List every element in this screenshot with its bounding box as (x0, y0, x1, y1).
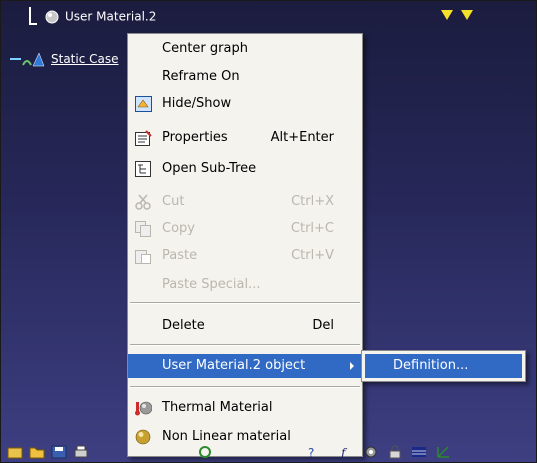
print-icon[interactable] (73, 445, 89, 459)
paste-icon (135, 250, 151, 264)
shortcut-label: Alt+Enter (270, 130, 334, 145)
svg-text:?: ? (308, 446, 314, 459)
sub-tree-icon (135, 161, 151, 177)
axis-icon[interactable] (435, 445, 451, 459)
menu-item-label: Center graph (162, 41, 248, 56)
menu-item-reframe-on[interactable]: Reframe On (128, 65, 362, 89)
menu-item-delete[interactable]: Delete Del (128, 314, 362, 338)
menu-item-paste[interactable]: Paste Ctrl+V (128, 244, 362, 268)
menu-separator (130, 302, 360, 304)
menu-item-label: Copy (162, 221, 195, 236)
copy-icon (135, 221, 151, 237)
shortcut-label: Ctrl+X (291, 194, 334, 209)
save-icon[interactable] (51, 445, 67, 459)
menu-item-copy[interactable]: Copy Ctrl+C (128, 217, 362, 241)
menu-item-label: Open Sub-Tree (162, 161, 257, 176)
hide-show-icon (135, 96, 152, 112)
open-folder-icon[interactable] (29, 445, 45, 459)
tree-node-label: User Material.2 (65, 9, 157, 24)
menu-item-label: Definition... (393, 358, 469, 373)
menu-item-label: Thermal Material (162, 400, 273, 415)
context-menu: Center graph Reframe On Hide/Show Proper… (127, 33, 363, 457)
tree-node-label: Static Case (51, 52, 119, 66)
menu-item-label: User Material.2 object (162, 358, 306, 373)
material-sphere-icon (45, 10, 59, 23)
menu-item-hide-show[interactable]: Hide/Show (128, 92, 362, 116)
help-icon[interactable]: ? (305, 445, 321, 459)
3d-viewer[interactable]: User Material.2 Static Case Center graph… (0, 0, 537, 463)
object-submenu: Definition... (361, 350, 526, 382)
refresh-icon[interactable] (197, 445, 213, 459)
menu-separator (130, 386, 360, 388)
shortcut-label: Ctrl+V (291, 248, 334, 263)
menu-item-label: Paste Special... (162, 277, 261, 292)
compass-markers (441, 9, 481, 24)
menu-item-label: Cut (162, 194, 185, 209)
menu-item-thermal-material[interactable]: Thermal Material (128, 396, 362, 420)
static-case-icon (10, 52, 45, 67)
svg-text:f: f (340, 446, 348, 459)
submenu-arrow-icon (350, 362, 354, 370)
tree-node-user-material[interactable]: User Material.2 (45, 9, 156, 24)
shortcut-label: Del (312, 318, 334, 333)
gear-icon[interactable] (363, 445, 379, 459)
menu-item-object-submenu[interactable]: User Material.2 object (128, 354, 362, 378)
formula-icon[interactable]: f (339, 445, 355, 459)
menu-item-open-sub-tree[interactable]: Open Sub-Tree (128, 157, 362, 181)
menu-item-center-graph[interactable]: Center graph (128, 37, 362, 61)
menu-item-paste-special[interactable]: Paste Special... (128, 273, 362, 297)
menu-item-label: Reframe On (162, 69, 240, 84)
tree-connector (29, 7, 37, 25)
shortcut-label: Ctrl+C (290, 221, 334, 236)
menu-item-properties[interactable]: Properties Alt+Enter (128, 126, 362, 150)
menu-separator (130, 344, 360, 346)
menu-item-label: Hide/Show (162, 96, 232, 111)
bottom-toolbar: ? f (1, 441, 536, 462)
menu-item-label: Delete (162, 318, 205, 333)
menu-item-label: Properties (162, 130, 228, 145)
menu-item-label: Paste (162, 248, 198, 263)
scissors-icon (135, 194, 151, 210)
thermal-material-icon (135, 401, 152, 416)
properties-icon (135, 130, 152, 146)
menu-item-cut[interactable]: Cut Ctrl+X (128, 190, 362, 214)
lock-icon[interactable] (387, 445, 403, 459)
submenu-item-definition[interactable]: Definition... (365, 354, 522, 378)
tree-node-static-case[interactable]: Static Case (9, 51, 119, 67)
tool-icon[interactable] (7, 445, 23, 459)
table-icon[interactable] (411, 445, 427, 459)
